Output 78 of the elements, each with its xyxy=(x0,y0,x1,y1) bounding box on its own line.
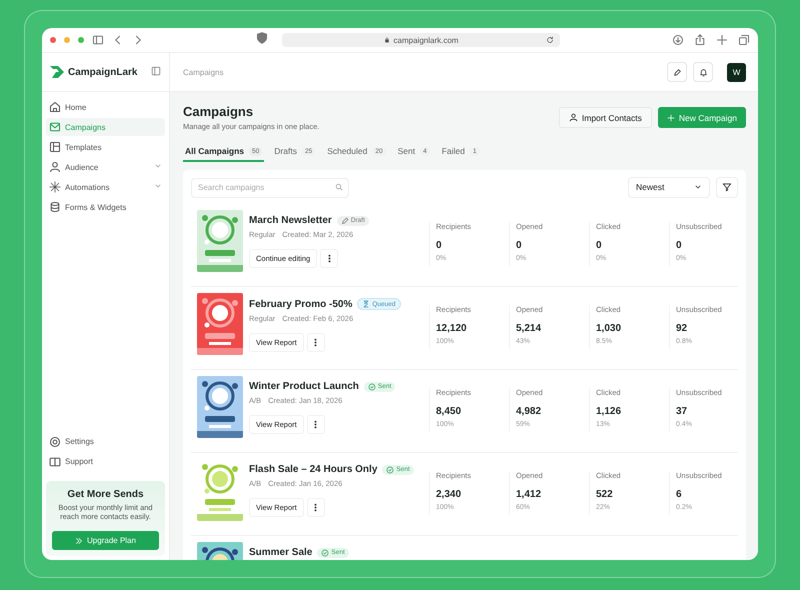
stat-value: 1,126 xyxy=(596,406,622,417)
stat-value: 0 xyxy=(516,240,523,251)
nav-item[interactable]: Settings xyxy=(46,432,165,450)
campaign-name[interactable]: Winter Product Launch xyxy=(249,381,359,392)
sidebar-icon xyxy=(92,34,104,46)
more-button[interactable] xyxy=(306,415,325,434)
logo-icon xyxy=(50,66,64,78)
plus-icon xyxy=(666,114,675,122)
minimize-dot[interactable] xyxy=(64,37,70,43)
tabs-icon xyxy=(738,34,750,46)
book-icon xyxy=(49,456,61,468)
filter-button[interactable] xyxy=(716,176,738,198)
notifications-button[interactable] xyxy=(693,62,713,82)
sidebar-toggle-icon xyxy=(151,66,161,76)
stat-value: 5,214 xyxy=(516,323,542,334)
campaign-name[interactable]: February Promo -50% xyxy=(249,298,352,310)
promo-title: Get More Sends xyxy=(67,488,144,500)
nav-item[interactable]: Audience xyxy=(46,158,165,176)
person-icon xyxy=(49,161,61,173)
share-icon xyxy=(694,34,706,46)
stat-value: 1,030 xyxy=(596,323,622,334)
close-dot[interactable] xyxy=(50,37,56,43)
more-button[interactable] xyxy=(320,249,338,268)
nav-item[interactable]: Templates xyxy=(46,138,165,156)
stat-value: 2,340 xyxy=(436,489,462,500)
campaign-name[interactable]: Summer Sale xyxy=(249,547,312,558)
person-icon xyxy=(568,113,578,122)
stat-value: 6 xyxy=(676,489,683,500)
filter-icon xyxy=(722,182,732,192)
stat-value: 0 xyxy=(436,240,443,251)
stat-value: 1,412 xyxy=(516,489,542,500)
brand-name: CampaignLark xyxy=(68,66,138,78)
reload-icon xyxy=(546,36,554,44)
chevron-down-icon xyxy=(154,182,162,190)
check-circle-icon xyxy=(386,466,394,474)
database-icon xyxy=(49,201,61,213)
campaign-name[interactable]: March Newsletter xyxy=(249,215,332,226)
stat-value: 522 xyxy=(596,489,614,500)
pen-button[interactable] xyxy=(667,62,687,82)
bell-icon xyxy=(698,68,708,76)
envelope-icon xyxy=(49,121,61,133)
download-icon xyxy=(672,34,684,46)
sparkle-icon xyxy=(49,181,61,193)
address-bar[interactable]: campaignlark.com xyxy=(282,33,560,47)
nav-item[interactable]: Home xyxy=(46,98,165,116)
nav-item[interactable]: Forms & Widgets xyxy=(46,198,165,216)
lock-icon xyxy=(384,37,390,43)
stat-value: 4,982 xyxy=(516,406,542,417)
chevron-down-icon xyxy=(694,183,702,191)
search-icon xyxy=(335,183,343,191)
more-button[interactable] xyxy=(306,333,325,352)
more-button[interactable] xyxy=(306,498,325,517)
check-circle-icon xyxy=(368,382,376,390)
hourglass-icon xyxy=(362,300,370,308)
pen-icon xyxy=(672,68,682,76)
stat-value: 37 xyxy=(676,406,688,417)
check-circle-icon xyxy=(321,548,330,556)
home-icon xyxy=(49,101,61,113)
stat-value: 0 xyxy=(676,240,683,251)
stat-value: 8,450 xyxy=(436,406,462,417)
import-button[interactable]: Import Contacts xyxy=(558,107,652,128)
page-title: Campaigns xyxy=(183,104,254,119)
template-icon xyxy=(49,141,61,153)
shield-icon xyxy=(256,32,268,44)
stat-value: 92 xyxy=(676,323,688,334)
nav-item[interactable]: Support xyxy=(46,452,165,470)
stat-value: 0 xyxy=(596,240,603,251)
campaign-name[interactable]: Flash Sale – 24 Hours Only xyxy=(249,464,378,475)
settings-icon xyxy=(49,436,61,448)
pencil-icon xyxy=(340,216,349,224)
stat-value: 12,120 xyxy=(436,323,468,334)
sort-dropdown[interactable]: Newest xyxy=(628,176,710,198)
avatar[interactable]: W xyxy=(727,62,746,82)
search-field[interactable]: Search campaigns xyxy=(191,178,349,198)
plus-icon xyxy=(716,34,728,46)
chevron-down-icon xyxy=(154,162,162,170)
zoom-dot[interactable] xyxy=(78,37,84,43)
nav-item[interactable]: Automations xyxy=(46,178,165,196)
